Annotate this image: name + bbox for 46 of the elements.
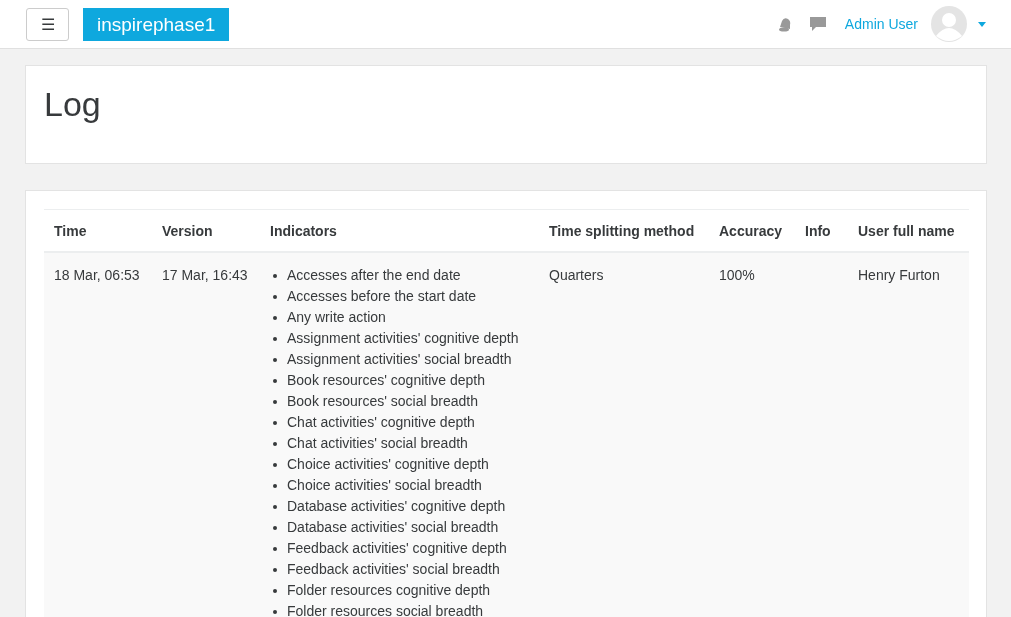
bullet-icon (273, 294, 277, 299)
site-name-link[interactable]: inspirephase1 (83, 7, 230, 41)
table-cell: Henry Furton (858, 267, 940, 283)
bullet-icon (273, 441, 277, 446)
bullet-icon (273, 462, 277, 467)
bullet-icon (273, 567, 277, 572)
table-cell: Quarters (549, 267, 604, 283)
bullet-icon (273, 273, 277, 278)
indicator-item: Any write action (287, 308, 386, 327)
indicator-item: Feedback activities' social breadth (287, 560, 500, 579)
menu-button[interactable]: ☰ (26, 7, 69, 41)
bullet-icon (273, 546, 277, 551)
chat-icon[interactable] (809, 16, 826, 32)
table-cell: 100% (719, 267, 755, 283)
indicator-item: Chat activities' cognitive depth (287, 413, 475, 432)
bullet-icon (273, 378, 277, 383)
bullet-icon (273, 336, 277, 341)
bell-icon[interactable] (776, 16, 793, 32)
table-cell: 17 Mar, 16:43 (162, 267, 248, 283)
bullet-icon (273, 504, 277, 509)
table-cell: 18 Mar, 06:53 (54, 267, 140, 283)
indicator-item: Book resources' social breadth (287, 392, 478, 411)
page-title: Log (44, 85, 101, 124)
indicator-item: Folder resources social breadth (287, 602, 484, 617)
indicator-item: Accesses before the start date (287, 287, 477, 306)
indicator-item: Chat activities' social breadth (287, 434, 468, 453)
bullet-icon (273, 357, 277, 362)
indicator-item: Assignment activities' cognitive depth (287, 329, 519, 348)
bullet-icon (273, 588, 277, 593)
indicator-item: Database activities' social breadth (287, 518, 499, 537)
indicator-item: Folder resources cognitive depth (287, 581, 491, 600)
caret-icon[interactable] (978, 21, 986, 27)
bullet-icon (273, 525, 277, 530)
bullet-icon (273, 315, 277, 320)
bullet-icon (273, 609, 277, 614)
indicator-item: Book resources' cognitive depth (287, 371, 485, 390)
bullet-icon (273, 483, 277, 488)
indicator-item: Feedback activities' cognitive depth (287, 539, 507, 558)
bullet-icon (273, 420, 277, 425)
indicator-item: Choice activities' cognitive depth (287, 455, 489, 474)
bullet-icon (273, 399, 277, 404)
indicator-item: Choice activities' social breadth (287, 476, 482, 495)
indicator-item: Database activities' cognitive depth (287, 497, 506, 516)
indicator-item: Assignment activities' social breadth (287, 350, 512, 369)
user-name-link[interactable]: Admin User (844, 16, 918, 32)
indicator-item: Accesses after the end date (287, 266, 461, 285)
